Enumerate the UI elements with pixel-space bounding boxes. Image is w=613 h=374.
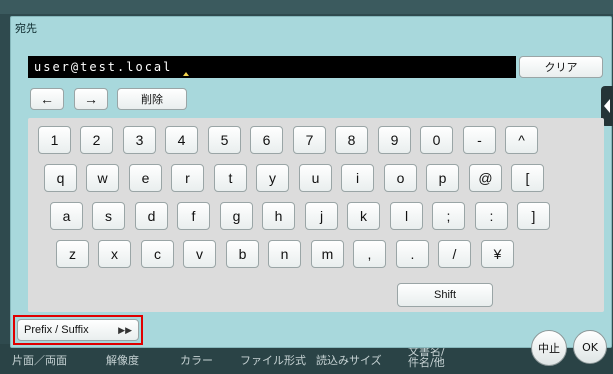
key-x[interactable]: x	[98, 240, 131, 268]
bottom-menu-bar: 片面／両面 解像度 カラー ファイル形式 読込みサイズ 文書名/ 件名/他	[0, 344, 613, 374]
key-slash[interactable]: /	[438, 240, 471, 268]
key-a[interactable]: a	[50, 202, 83, 230]
key-p[interactable]: p	[426, 164, 459, 192]
text-caret	[183, 72, 189, 76]
stop-button[interactable]: 中止	[531, 330, 567, 366]
key-9[interactable]: 9	[378, 126, 411, 154]
key-semicolon[interactable]: ;	[432, 202, 465, 230]
key-1[interactable]: 1	[38, 126, 71, 154]
key-e[interactable]: e	[129, 164, 162, 192]
key-period[interactable]: .	[396, 240, 429, 268]
key-o[interactable]: o	[384, 164, 417, 192]
key-s[interactable]: s	[92, 202, 125, 230]
bottom-item-color[interactable]: カラー	[180, 352, 213, 368]
key-5[interactable]: 5	[208, 126, 241, 154]
cursor-left-button[interactable]: ←	[30, 88, 64, 110]
clear-button[interactable]: クリア	[519, 56, 603, 78]
key-comma[interactable]: ,	[353, 240, 386, 268]
key-d[interactable]: d	[135, 202, 168, 230]
key-caret[interactable]: ^	[505, 126, 538, 154]
key-minus[interactable]: -	[463, 126, 496, 154]
key-r[interactable]: r	[171, 164, 204, 192]
arrow-right-icon: →	[84, 91, 98, 107]
cursor-right-button[interactable]: →	[74, 88, 108, 110]
key-6[interactable]: 6	[250, 126, 283, 154]
key-0[interactable]: 0	[420, 126, 453, 154]
key-at[interactable]: @	[469, 164, 502, 192]
top-status-bar	[0, 0, 613, 14]
key-i[interactable]: i	[341, 164, 374, 192]
ok-button[interactable]: OK	[573, 330, 607, 364]
key-w[interactable]: w	[86, 164, 119, 192]
key-3[interactable]: 3	[123, 126, 156, 154]
key-t[interactable]: t	[214, 164, 247, 192]
key-q[interactable]: q	[44, 164, 77, 192]
key-g[interactable]: g	[220, 202, 253, 230]
key-l[interactable]: l	[390, 202, 423, 230]
bottom-item-file-format[interactable]: ファイル形式	[240, 352, 306, 368]
key-left-bracket[interactable]: [	[511, 164, 544, 192]
key-b[interactable]: b	[226, 240, 259, 268]
key-right-bracket[interactable]: ]	[517, 202, 550, 230]
key-8[interactable]: 8	[335, 126, 368, 154]
bottom-item-scan-size[interactable]: 読込みサイズ	[316, 352, 382, 368]
key-z[interactable]: z	[56, 240, 89, 268]
bottom-item-resolution[interactable]: 解像度	[106, 352, 139, 368]
prefix-suffix-label: Prefix / Suffix	[24, 324, 89, 336]
bottom-item-simplex-duplex[interactable]: 片面／両面	[12, 352, 67, 368]
arrow-left-icon: ←	[40, 91, 54, 107]
key-h[interactable]: h	[262, 202, 295, 230]
fast-forward-icon: ▶▶	[118, 324, 132, 335]
key-n[interactable]: n	[268, 240, 301, 268]
key-2[interactable]: 2	[80, 126, 113, 154]
dialog-title: 宛先	[15, 22, 37, 35]
destination-input[interactable]: user@test.local	[28, 56, 516, 78]
delete-button[interactable]: 削除	[117, 88, 187, 110]
shift-key[interactable]: Shift	[397, 283, 493, 307]
key-k[interactable]: k	[347, 202, 380, 230]
key-y[interactable]: y	[256, 164, 289, 192]
bottom-item-document-name[interactable]: 文書名/ 件名/他	[408, 346, 445, 368]
key-colon[interactable]: :	[475, 202, 508, 230]
key-m[interactable]: m	[311, 240, 344, 268]
key-v[interactable]: v	[183, 240, 216, 268]
key-7[interactable]: 7	[293, 126, 326, 154]
on-screen-keyboard: 1 2 3 4 5 6 7 8 9 0 - ^ q w e r t y u i …	[28, 118, 604, 312]
key-j[interactable]: j	[305, 202, 338, 230]
key-f[interactable]: f	[177, 202, 210, 230]
key-c[interactable]: c	[141, 240, 174, 268]
key-4[interactable]: 4	[165, 126, 198, 154]
key-u[interactable]: u	[299, 164, 332, 192]
key-yen[interactable]: ¥	[481, 240, 514, 268]
prefix-suffix-button[interactable]: Prefix / Suffix ▶▶	[17, 319, 139, 341]
